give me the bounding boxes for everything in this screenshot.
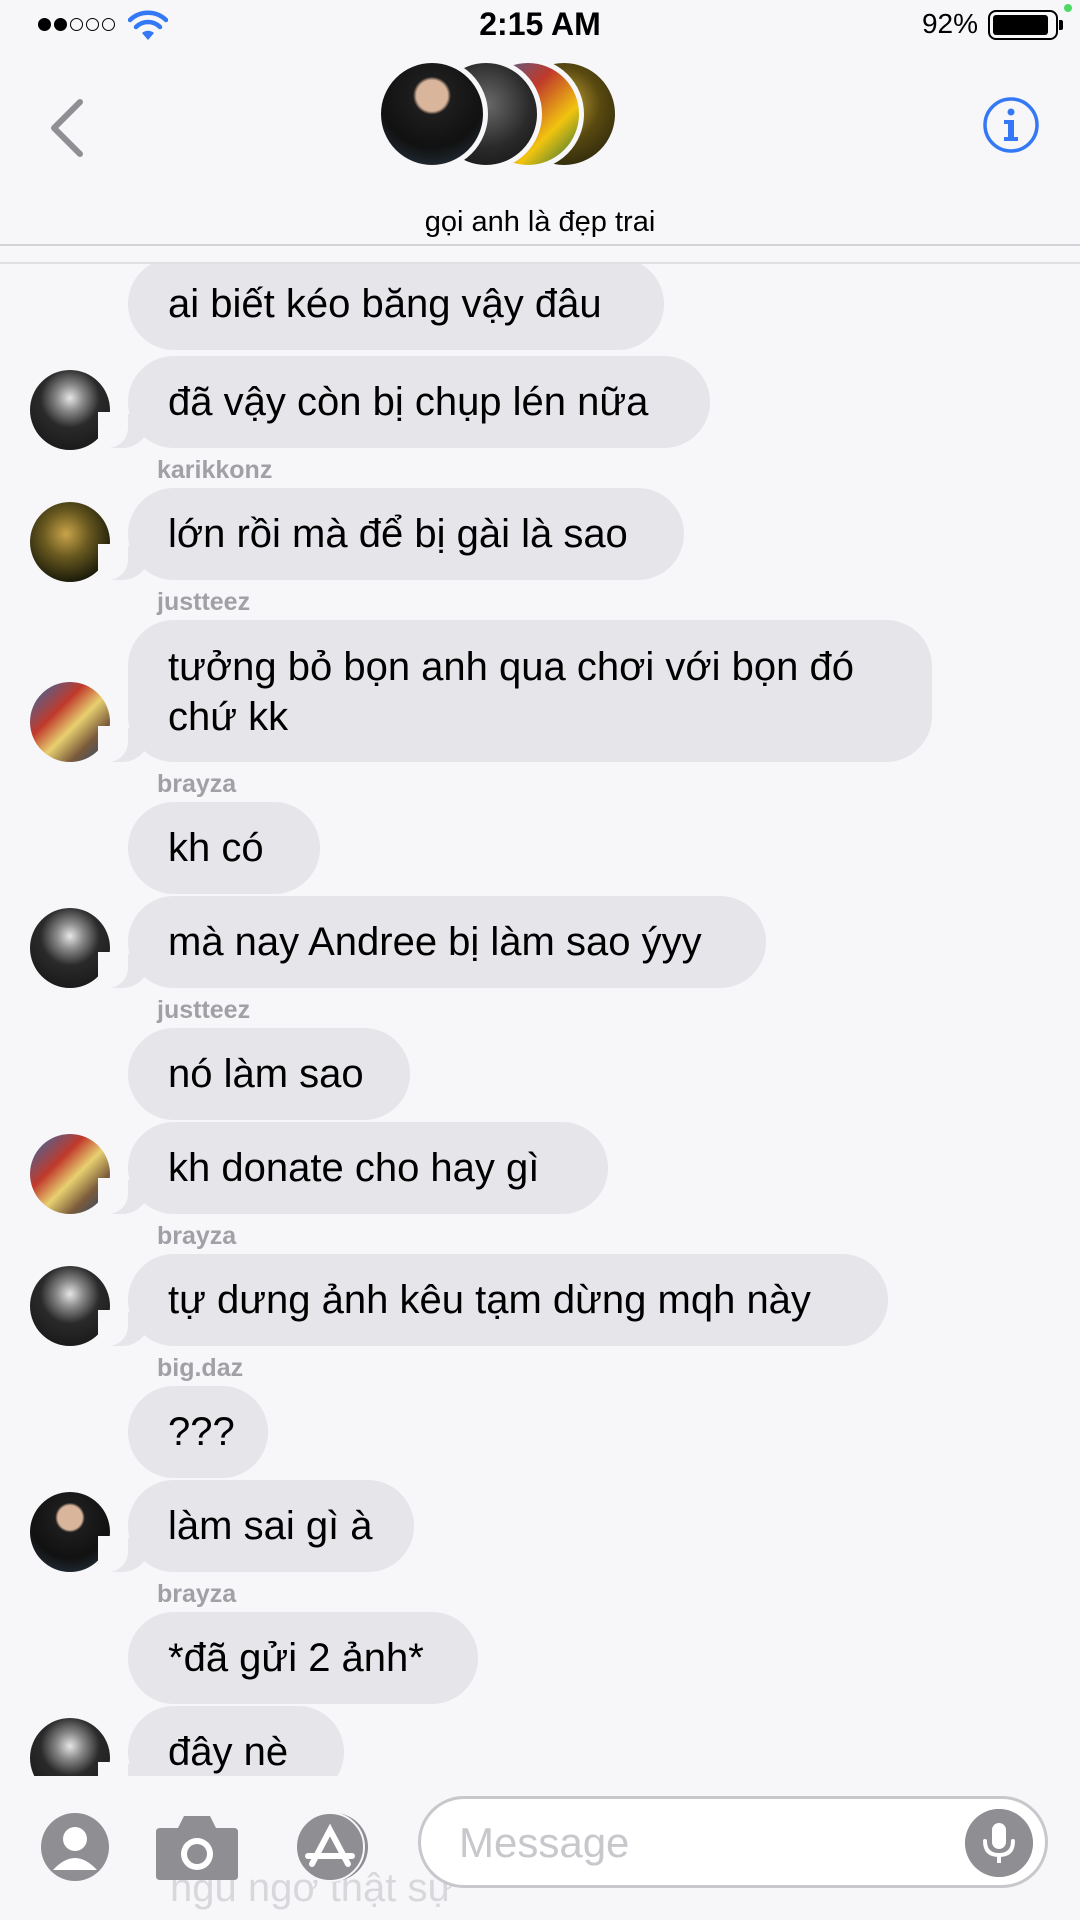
sender-name: justteez bbox=[157, 588, 251, 616]
message-text: lớn rồi mà để bị gài là sao bbox=[168, 512, 628, 556]
message-text: đây nè bbox=[168, 1730, 289, 1774]
message-placeholder: Message bbox=[459, 1819, 630, 1866]
message-bubble[interactable]: kh có bbox=[128, 802, 320, 894]
compose-bar: ngu ngơ thật sự Message bbox=[0, 1776, 1080, 1920]
contact-icon[interactable] bbox=[40, 1812, 110, 1882]
status-time: 2:15 AM bbox=[479, 6, 601, 42]
message-text: tự dưng ảnh kêu tạm dừng mqh này bbox=[168, 1278, 811, 1322]
sender-name: brayza bbox=[157, 1222, 237, 1250]
message-bubble[interactable]: tự dưng ảnh kêu tạm dừng mqh này bbox=[98, 1254, 888, 1346]
battery-icon bbox=[988, 10, 1063, 40]
message-bubble[interactable]: *đã gửi 2 ảnh* bbox=[128, 1612, 478, 1704]
app-store-icon[interactable] bbox=[288, 1812, 378, 1882]
info-icon[interactable] bbox=[982, 96, 1040, 154]
group-avatar-1-icon bbox=[376, 58, 488, 170]
message-text: kh donate cho hay gì bbox=[168, 1146, 540, 1190]
camera-icon[interactable] bbox=[154, 1812, 240, 1882]
sender-name: brayza bbox=[157, 1580, 237, 1608]
back-chevron-icon[interactable] bbox=[44, 96, 94, 160]
message-bubble[interactable]: tưởng bỏ bọn anh qua chơi với bọn đó chứ… bbox=[98, 620, 932, 762]
microphone-icon[interactable] bbox=[965, 1809, 1033, 1877]
message-text: đã vậy còn bị chụp lén nữa bbox=[168, 380, 649, 424]
message-bubble[interactable]: mà nay Andree bị làm sao ýyy bbox=[98, 896, 766, 988]
message-bubble[interactable]: nó làm sao bbox=[128, 1028, 410, 1120]
message-text-line: tưởng bỏ bọn anh qua chơi với bọn đó bbox=[168, 645, 854, 689]
sender-name: justteez bbox=[157, 996, 251, 1024]
message-bubble[interactable]: đã vậy còn bị chụp lén nữa bbox=[98, 356, 710, 448]
message-list[interactable]: ai biết kéo băng vậy đâu đã vậy còn bị c… bbox=[0, 264, 1080, 1776]
status-bar: 2:15 AM 92% bbox=[0, 0, 1080, 50]
message-text: mà nay Andree bị làm sao ýyy bbox=[168, 920, 702, 964]
message-text: làm sai gì à bbox=[168, 1504, 373, 1548]
conversation-header: gọi anh là đẹp trai bbox=[0, 50, 1080, 246]
message-text: tưởng bỏ bọn anh qua chơi với bọn đó chứ… bbox=[168, 642, 854, 742]
message-bubble[interactable]: lớn rồi mà để bị gài là sao bbox=[98, 488, 684, 580]
message-text-line: chứ kk bbox=[168, 695, 289, 739]
sender-name: karikkonz bbox=[157, 456, 273, 484]
group-avatar-stack[interactable] bbox=[376, 58, 636, 170]
message-bubble[interactable]: làm sai gì à bbox=[98, 1480, 414, 1572]
message-input[interactable]: Message bbox=[418, 1796, 1048, 1888]
group-name[interactable]: gọi anh là đẹp trai bbox=[0, 206, 1080, 239]
sender-name: brayza bbox=[157, 770, 237, 798]
message-text: kh có bbox=[168, 826, 264, 870]
message-bubble[interactable]: ??? bbox=[128, 1386, 268, 1478]
sender-name: big.daz bbox=[157, 1354, 244, 1382]
message-text: ai biết kéo băng vậy đâu bbox=[168, 282, 602, 326]
battery-percentage: 92% bbox=[921, 8, 978, 39]
message-bubble[interactable]: kh donate cho hay gì bbox=[98, 1122, 608, 1214]
privacy-indicator-icon bbox=[1064, 4, 1072, 12]
message-text: nó làm sao bbox=[168, 1052, 364, 1096]
message-text: ??? bbox=[168, 1410, 235, 1454]
message-bubble[interactable]: đây nè bbox=[98, 1706, 344, 1776]
message-bubble[interactable]: ai biết kéo băng vậy đâu bbox=[128, 264, 664, 350]
message-text: *đã gửi 2 ảnh* bbox=[168, 1636, 424, 1680]
